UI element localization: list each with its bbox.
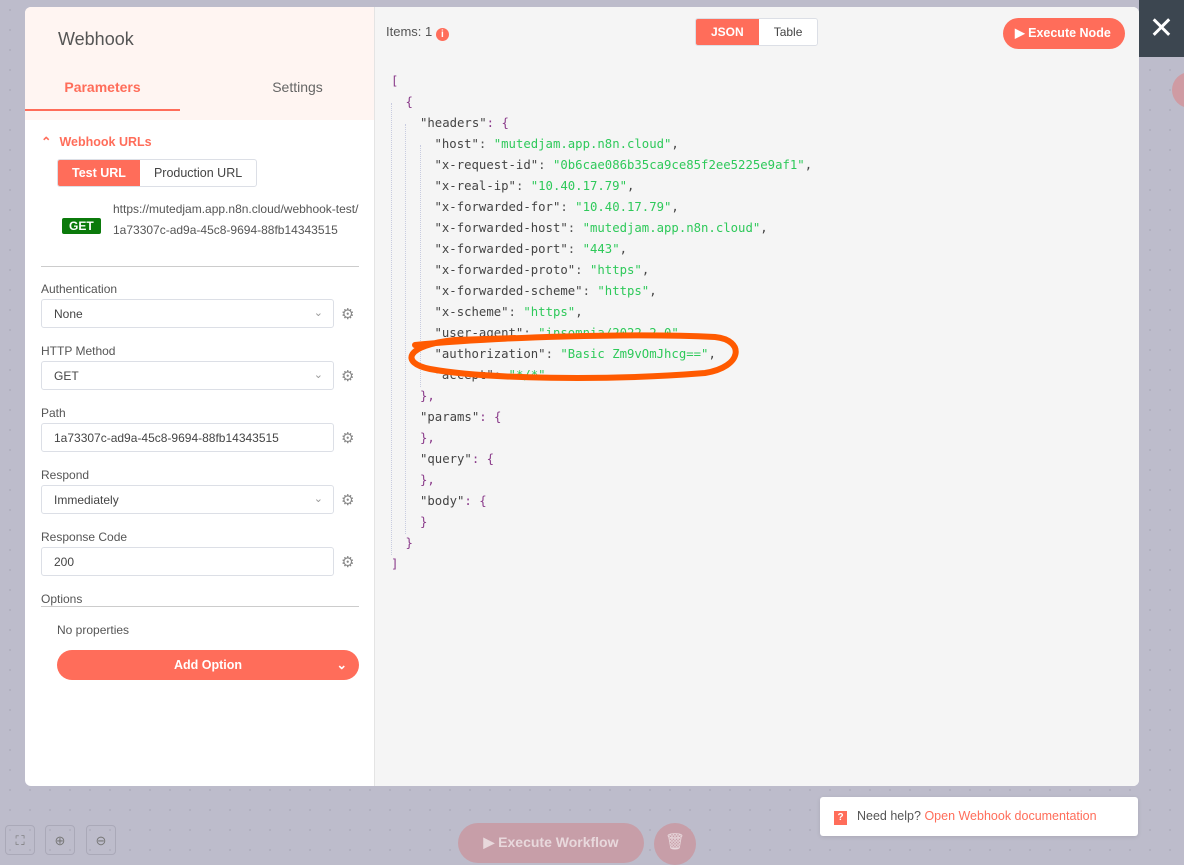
webhook-url[interactable]: https://mutedjam.app.n8n.cloud/webhook-t…: [113, 199, 363, 241]
tab-settings[interactable]: Settings: [220, 79, 375, 109]
respond-value: Immediately: [54, 493, 119, 507]
method-badge: GET: [62, 218, 101, 234]
execute-workflow-button[interactable]: ▶ Execute Workflow: [458, 823, 644, 863]
webhook-urls-toggle[interactable]: ⌃ Webhook URLs: [41, 134, 152, 149]
url-type-toggle: Test URL Production URL: [57, 159, 258, 187]
path-value: 1a73307c-ad9a-45c8-9694-88fb14343515: [54, 431, 279, 445]
authentication-label: Authentication: [41, 282, 118, 296]
delete-button[interactable]: 🗑: [654, 823, 696, 865]
zoom-in-button[interactable]: ⊕: [45, 825, 75, 855]
test-url-button[interactable]: Test URL: [58, 160, 140, 186]
fit-view-button[interactable]: ⛶: [5, 825, 35, 855]
path-input[interactable]: 1a73307c-ad9a-45c8-9694-88fb14343515: [41, 423, 334, 452]
http-method-select[interactable]: GET ⌄: [41, 361, 334, 390]
canvas-node-ghost: [1172, 72, 1184, 108]
authentication-select[interactable]: None ⌄: [41, 299, 334, 328]
http-method-value: GET: [54, 369, 79, 383]
node-header: Webhook Parameters Settings: [25, 7, 374, 120]
response-code-label: Response Code: [41, 530, 128, 544]
gears-icon[interactable]: ⚙: [341, 491, 354, 509]
gears-icon[interactable]: ⚙: [341, 367, 354, 385]
chevron-down-icon: ⌄: [313, 493, 323, 505]
json-punctuation: : {: [464, 494, 487, 508]
respond-label: Respond: [41, 468, 90, 482]
authentication-value: None: [54, 307, 83, 321]
gears-icon[interactable]: ⚙: [341, 429, 354, 447]
production-url-button[interactable]: Production URL: [140, 160, 256, 186]
json-key: "params": [420, 410, 480, 424]
chevron-down-icon: ⌄: [313, 369, 323, 381]
json-punctuation: : {: [479, 410, 502, 424]
no-properties-text: No properties: [57, 623, 130, 637]
json-line: ]: [391, 554, 812, 575]
hand-drawn-annotation-circle: [408, 332, 739, 381]
help-banner: ? Need help? Open Webhook documentation: [820, 797, 1138, 836]
gears-icon[interactable]: ⚙: [341, 553, 354, 571]
json-punctuation: }: [420, 515, 428, 529]
json-punctuation: }: [405, 536, 413, 550]
gears-icon[interactable]: ⚙: [341, 305, 354, 323]
http-method-label: HTTP Method: [41, 344, 116, 358]
divider: [41, 606, 359, 607]
chevron-up-icon: ⌃: [41, 135, 52, 149]
json-line: }: [391, 512, 812, 533]
json-key: "body": [420, 494, 465, 508]
add-option-label: Add Option: [173, 658, 243, 672]
close-button[interactable]: ✕: [1139, 0, 1184, 57]
output-panel: Items: 1 i JSON Table ▶ Execute Node [{"…: [375, 7, 1139, 786]
close-icon: ✕: [1148, 12, 1175, 45]
json-line: },: [391, 470, 812, 491]
response-code-value: 200: [54, 555, 75, 569]
webhook-docs-link[interactable]: Open Webhook documentation: [924, 809, 1096, 823]
json-punctuation: },: [420, 473, 435, 487]
json-line: "body": {: [391, 491, 812, 512]
options-label: Options: [41, 592, 83, 606]
divider: [41, 266, 359, 267]
json-line: },: [391, 428, 812, 449]
add-option-button[interactable]: Add Option ⌄: [57, 650, 359, 680]
json-line: "params": {: [391, 407, 812, 428]
response-code-input[interactable]: 200: [41, 547, 334, 576]
chevron-down-icon: ⌄: [336, 658, 347, 672]
json-key: "query": [420, 452, 472, 466]
zoom-out-button[interactable]: ⊖: [86, 825, 116, 855]
node-title: Webhook: [58, 29, 134, 49]
node-modal: Webhook Parameters Settings ⌃ Webhook URL…: [25, 7, 1139, 786]
json-punctuation: : {: [471, 452, 495, 466]
parameters-panel: Webhook Parameters Settings ⌃ Webhook URL…: [25, 7, 375, 786]
path-label: Path: [41, 406, 66, 420]
respond-select[interactable]: Immediately ⌄: [41, 485, 334, 514]
json-punctuation: },: [420, 431, 435, 445]
chevron-down-icon: ⌄: [313, 307, 323, 319]
json-line: }: [391, 533, 812, 554]
trash-icon: 🗑: [664, 834, 686, 851]
json-line: "query": {: [391, 449, 812, 470]
help-prefix: Need help?: [857, 809, 921, 823]
json-punctuation: ]: [391, 557, 399, 571]
tab-parameters[interactable]: Parameters: [25, 79, 180, 111]
help-icon: ?: [834, 811, 847, 825]
webhook-urls-label: Webhook URLs: [59, 135, 152, 149]
